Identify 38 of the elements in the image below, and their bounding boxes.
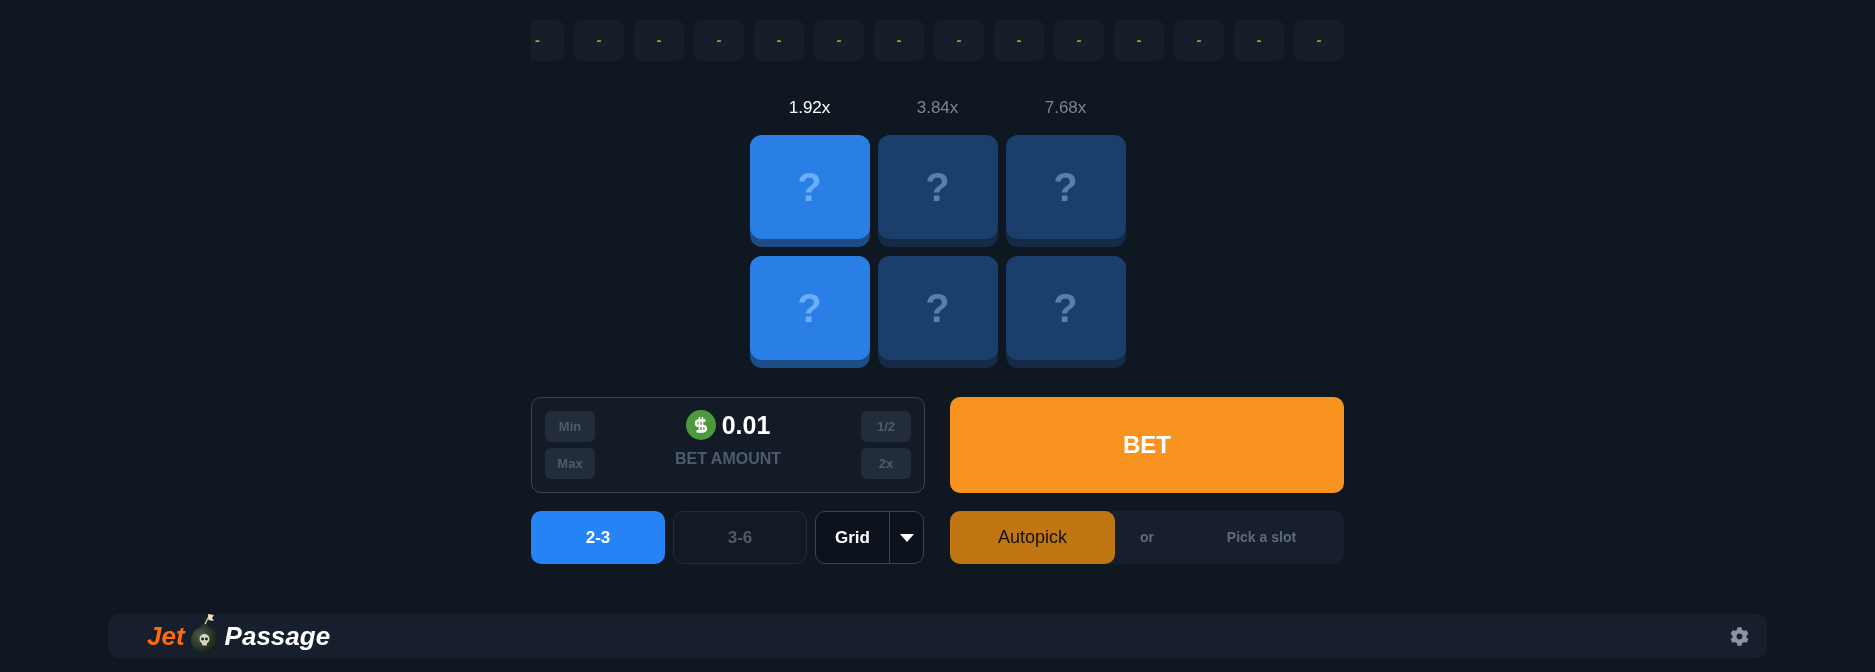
multiplier-label: 7.68x	[1044, 98, 1087, 118]
history-cell: -	[874, 20, 924, 61]
history-cell: -	[531, 20, 564, 61]
history-cell: -	[994, 20, 1044, 61]
logo-text: Jet	[147, 619, 185, 653]
history-cell: -	[1294, 20, 1344, 61]
history-cell: -	[814, 20, 864, 61]
grid-dropdown[interactable]: Grid	[815, 511, 924, 564]
history-cell: -	[754, 20, 804, 61]
multiplier-label: 1.92x	[788, 98, 831, 118]
history-cell: -	[694, 20, 744, 61]
autopick-button[interactable]: Autopick	[950, 511, 1115, 564]
history-cell: -	[574, 20, 624, 61]
tile-button[interactable]: ?	[877, 256, 998, 368]
history-cell: -	[1174, 20, 1224, 61]
settings-icon[interactable]	[1730, 626, 1749, 646]
history-cell: -	[1114, 20, 1164, 61]
caret-icon	[899, 533, 914, 542]
grid-size-tab[interactable]: 3-6	[673, 511, 807, 564]
history-cell: -	[1054, 20, 1104, 61]
grid-size-tab[interactable]: 2-3	[531, 511, 665, 564]
tile-button[interactable]: ?	[1005, 256, 1126, 368]
bomb-icon	[188, 612, 221, 654]
separator-text: or	[1140, 528, 1154, 547]
bet-button[interactable]: BET	[950, 397, 1344, 493]
history-cell: -	[1234, 20, 1284, 61]
tile-button[interactable]: ?	[749, 256, 870, 368]
multiplier-label: 3.84x	[916, 98, 959, 118]
dollar-coin-icon	[685, 410, 716, 440]
tile-button[interactable]: ?	[749, 135, 870, 247]
logo-text: Passage	[224, 619, 331, 653]
tile-button[interactable]: ?	[877, 135, 998, 247]
bet-amount-label: BET AMOUNT	[674, 449, 782, 468]
history-cell: -	[634, 20, 684, 61]
bet-amount-input[interactable]: 0.01	[721, 410, 771, 440]
tile-button[interactable]: ?	[1005, 135, 1126, 247]
pick-slot-hint: Pick a slot	[1226, 528, 1297, 547]
history-cell: -	[934, 20, 984, 61]
